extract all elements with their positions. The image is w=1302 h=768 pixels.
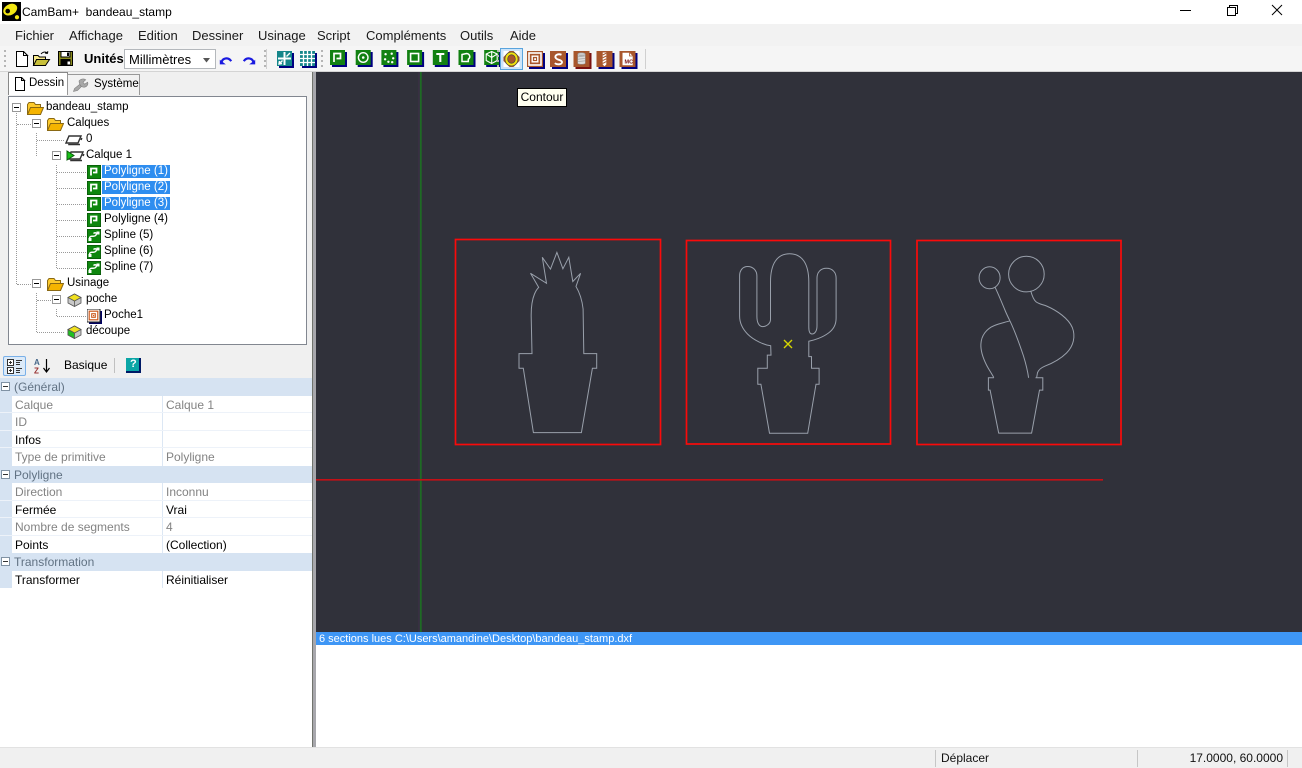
svg-text:MC: MC (625, 60, 634, 66)
svg-text:Z: Z (34, 367, 39, 375)
